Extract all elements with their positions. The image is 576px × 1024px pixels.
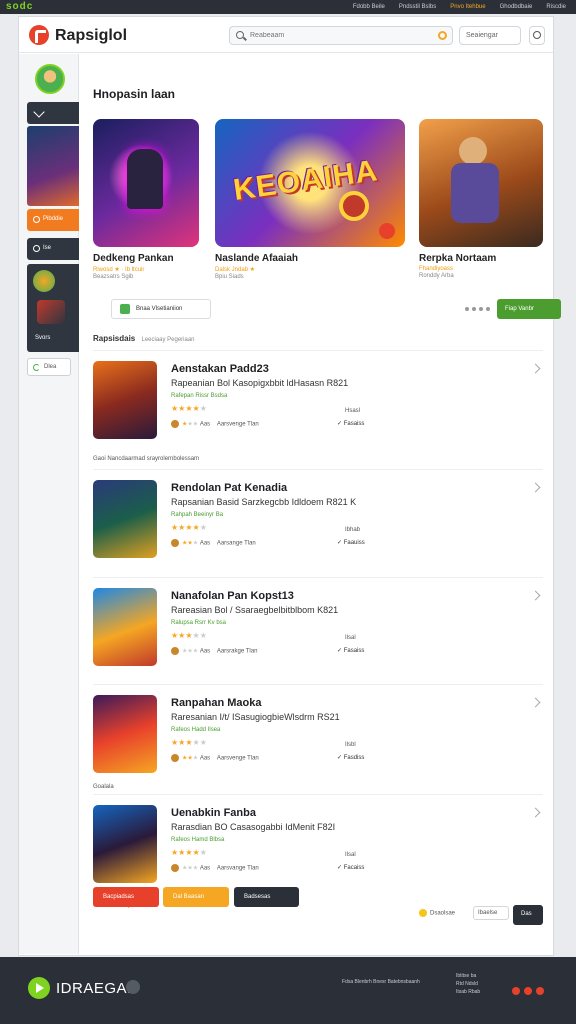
coin-icon	[171, 539, 179, 547]
footer-logo-icon[interactable]	[28, 977, 50, 999]
bottom-button-2[interactable]: Dal Baasan	[163, 887, 229, 907]
social-icon[interactable]	[536, 987, 544, 995]
social-icon[interactable]	[524, 987, 532, 995]
social-icon[interactable]	[512, 987, 520, 995]
badge-icon	[339, 191, 369, 221]
top-link[interactable]: Fdobb Beile	[353, 4, 385, 10]
footer: IDRAEGAI Fdsa Blenbrh Bnesr Batebnsbaanh…	[0, 957, 576, 1024]
game-row[interactable]: Rendolan Pat Kenadia Rapsanian Basid Sar…	[93, 469, 543, 559]
chevron-right-icon[interactable]	[530, 363, 541, 374]
sidebar-game-thumb[interactable]	[27, 126, 79, 206]
refresh-icon	[33, 364, 40, 371]
search-input[interactable]	[250, 29, 430, 42]
hero-figure	[127, 149, 163, 209]
top-strip: sodc Fdobb Beile Pndsstil Bslbs Pnvo Ite…	[0, 0, 576, 14]
footer-title: IDRAEGAI	[56, 980, 132, 997]
game-row[interactable]: Aenstakan Padd23 Rapeanian Bol Kasopigxb…	[93, 350, 543, 440]
game-row[interactable]: Uenabkin Fanba Rarasdian BO Casasogabbi …	[93, 794, 543, 884]
page-input[interactable]: Ibaelse	[473, 906, 509, 920]
avatar[interactable]	[35, 64, 65, 94]
coin-icon	[171, 647, 179, 655]
app-window: Rapsiglol Seaiengar Pibddie Ise Svors	[18, 16, 561, 956]
coin-icon	[171, 420, 179, 428]
rating-stars: ★★★★★	[171, 404, 207, 413]
featured-action-button[interactable]: Fiap Vanbr	[497, 299, 561, 319]
game-thumb-icon	[37, 300, 65, 324]
game-thumb	[93, 695, 157, 773]
page-label: Dsaolsae	[419, 909, 455, 917]
rating-stars: ★★★★★	[171, 848, 207, 857]
info-icon	[419, 909, 427, 917]
wrench-icon	[33, 106, 45, 118]
carousel-dots[interactable]	[465, 307, 490, 311]
rating-stars: ★★★★★	[171, 631, 207, 640]
bottom-button-3[interactable]: Badsesas	[234, 887, 299, 907]
game-thumb	[93, 805, 157, 883]
footer-links[interactable]: Fdsa Blenbrh Bnesr Batebnsbaanh	[342, 979, 420, 985]
star-icon	[33, 216, 40, 223]
top-link[interactable]: Pnvo Itehbue	[450, 4, 485, 10]
sidebar: Pibddie Ise Svors Dlea	[19, 54, 79, 954]
featured-secondary-button[interactable]: Bnaa Vlsetianiion	[111, 299, 211, 319]
game-thumb	[93, 588, 157, 666]
top-link[interactable]: Riscdie	[546, 4, 566, 10]
play-icon	[120, 304, 130, 314]
app-logo-icon[interactable]	[29, 25, 49, 45]
chevron-right-icon[interactable]	[530, 482, 541, 493]
header: Rapsiglol Seaiengar	[19, 17, 553, 53]
brand-mark: sodc	[6, 1, 34, 12]
soldier-body	[451, 163, 499, 223]
game-row[interactable]: Ranpahan Maoka Raresanian I/t/ ISasugiog…	[93, 684, 543, 774]
search-icon	[236, 31, 244, 39]
featured-card[interactable]: Rerpka Nortaam Fhandiyoass Ronddy Arba	[419, 119, 543, 279]
app-title: Rapsiglol	[55, 27, 128, 44]
section-divider-label: Goalala	[93, 784, 114, 790]
featured-card[interactable]: KEOAIHA Naslande Afaaiah Dalsk Jndab ★ B…	[215, 119, 405, 280]
game-art: KEOAIHA	[215, 119, 405, 247]
sidebar-item-settings[interactable]: Ise	[27, 238, 79, 260]
sidebar-item-games[interactable]: Svors	[27, 264, 79, 352]
sidebar-item-tools[interactable]	[27, 102, 79, 124]
sidebar-item-refresh[interactable]: Dlea	[27, 358, 71, 376]
search-button[interactable]	[529, 26, 545, 45]
featured-card[interactable]: Dedkeng Pankan Riwosd ★ · Ib ltcuir Beaz…	[93, 119, 199, 280]
top-link[interactable]: Pndsstil Bslbs	[399, 4, 436, 10]
list-heading: Rapsisdais Leeciaay Pegeriaan	[93, 334, 195, 343]
game-row[interactable]: Nanafolan Pan Kopst13 Rareasian Bol / Ss…	[93, 577, 543, 667]
sidebar-item-featured[interactable]: Pibddie	[27, 209, 79, 231]
mic-icon[interactable]	[438, 31, 447, 40]
game-art	[419, 119, 543, 247]
footer-column: Ibtitse ba Rtd Ndsld Itsab Rbab	[456, 973, 481, 995]
game-art	[93, 119, 199, 247]
chevron-right-icon[interactable]	[530, 697, 541, 708]
section-divider-label: Gaoi Nancdaarmad srayrolernbolessam	[93, 456, 200, 462]
chevron-right-icon[interactable]	[530, 807, 541, 818]
rating-stars: ★★★★★	[171, 523, 207, 532]
game-thumb	[93, 361, 157, 439]
featured-title: Hnopasin laan	[93, 87, 176, 101]
game-thumb	[93, 480, 157, 558]
soldier-head	[459, 137, 487, 165]
coin-icon	[171, 864, 179, 872]
bottom-button-1[interactable]: Bacpiadsas	[93, 887, 159, 907]
fire-icon	[379, 223, 395, 239]
globe-icon[interactable]	[126, 980, 140, 994]
chevron-right-icon[interactable]	[530, 590, 541, 601]
coin-icon	[171, 754, 179, 762]
signin-field[interactable]: Seaiengar	[459, 26, 521, 45]
top-link[interactable]: Ghodbdbaie	[500, 4, 533, 10]
gear-icon	[33, 245, 40, 252]
rating-stars: ★★★★★	[171, 738, 207, 747]
go-button[interactable]: Das	[513, 905, 543, 925]
search-box[interactable]	[229, 26, 453, 45]
game-icon	[33, 270, 55, 292]
